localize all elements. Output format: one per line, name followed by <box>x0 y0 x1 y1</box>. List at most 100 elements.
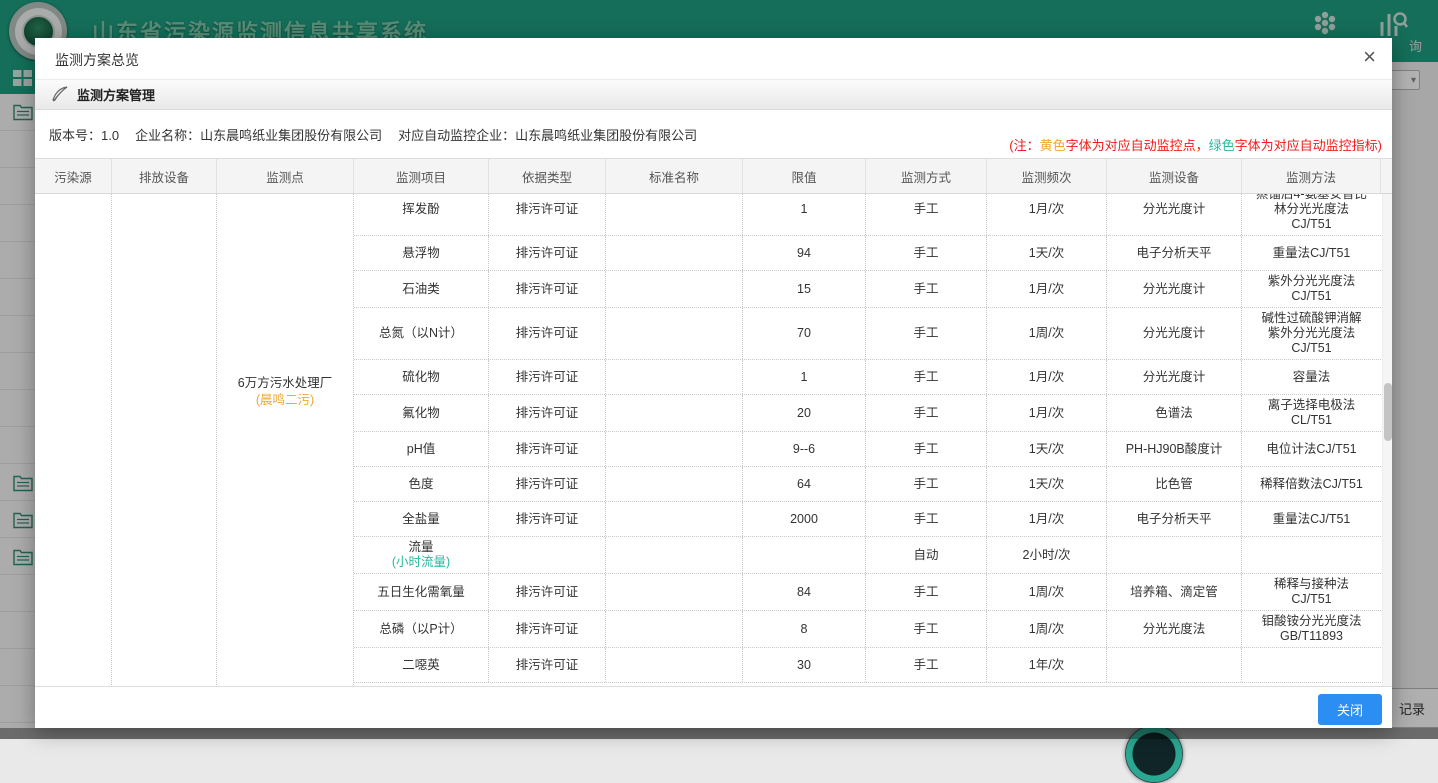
auto-company-value: 山东晨鸣纸业集团股份有限公司 <box>515 128 697 143</box>
cell-standard-name <box>606 648 743 682</box>
cell-monitor-frequency: 1天/次 <box>987 467 1107 501</box>
cell-monitor-item: 硫化物 <box>354 360 489 394</box>
cell-monitor-method: 稀释倍数法CJ/T51 <box>1242 467 1381 501</box>
cell-limit: 20 <box>743 395 866 431</box>
monitoring-plan-modal: 监测方案总览 × 监测方案管理 版本号：1.0 企业名称：山东晨鸣纸业集团股份有… <box>35 38 1392 728</box>
cell-limit <box>743 537 866 573</box>
cell-monitor-item: pH值 <box>354 432 489 466</box>
cell-basis-type: 排污许可证 <box>489 271 606 307</box>
cell-limit: 1 <box>743 360 866 394</box>
cell-limit: 94 <box>743 236 866 270</box>
cell-monitor-method: 蒸馏后4-氨基安替比林分光光度法CJ/T51 <box>1242 194 1381 235</box>
table-scrollbar-track[interactable] <box>1382 194 1392 686</box>
cell-monitor-item: 总氮（以N计） <box>354 308 489 359</box>
cell-limit: 1 <box>743 194 866 235</box>
cell-limit: 2000 <box>743 502 866 536</box>
cell-basis-type: 排污许可证 <box>489 611 606 647</box>
cell-monitor-item: 石油类 <box>354 271 489 307</box>
modal-title-bar: 监测方案总览 × <box>35 38 1392 80</box>
cell-monitor-mode: 手工 <box>866 236 987 270</box>
table-body-viewport: 6万方污水处理厂 (晨鸣二污) 挥发酚 排污许可证 1 手工 1月/次 分光光度… <box>35 194 1392 686</box>
cell-monitor-mode: 手工 <box>866 271 987 307</box>
cell-monitor-mode: 手工 <box>866 648 987 682</box>
cell-monitor-method: 电位计法CJ/T51 <box>1242 432 1381 466</box>
section-header: 监测方案管理 <box>35 80 1392 110</box>
monitor-point-cell: 6万方污水处理厂 (晨鸣二污) <box>217 194 354 686</box>
cell-monitor-method: 紫外分光光度法CJ/T51 <box>1242 271 1381 307</box>
auto-company-pair: 对应自动监控企业：山东晨鸣纸业集团股份有限公司 <box>398 125 697 144</box>
cell-monitor-mode: 手工 <box>866 611 987 647</box>
cell-monitor-device <box>1107 537 1242 573</box>
cell-basis-type: 排污许可证 <box>489 432 606 466</box>
cell-monitor-frequency: 1月/次 <box>987 194 1107 235</box>
cell-monitor-frequency: 1天/次 <box>987 432 1107 466</box>
col-header-limit: 限值 <box>743 159 866 193</box>
company-value: 山东晨鸣纸业集团股份有限公司 <box>200 128 382 143</box>
cell-monitor-device: 分光光度计 <box>1107 194 1242 235</box>
col-header-monitor-device: 监测设备 <box>1107 159 1242 193</box>
cell-limit: 70 <box>743 308 866 359</box>
cell-monitor-device: 分光光度法 <box>1107 611 1242 647</box>
cell-monitor-method: 容量法 <box>1242 360 1381 394</box>
table-scrollbar-thumb[interactable] <box>1384 383 1392 441</box>
cell-monitor-method: 稀释与接种法CJ/T51 <box>1242 574 1381 610</box>
col-header-monitor-point: 监测点 <box>217 159 354 193</box>
table-row: 悬浮物 排污许可证 94 手工 1天/次 电子分析天平 重量法CJ/T51 <box>354 236 1381 271</box>
pen-icon <box>51 86 68 103</box>
cell-limit: 64 <box>743 467 866 501</box>
cell-limit: 15 <box>743 271 866 307</box>
table-row: 氟化物 排污许可证 20 手工 1月/次 色谱法 离子选择电极法CL/T51 <box>354 395 1381 432</box>
cell-monitor-method <box>1242 537 1381 573</box>
cell-monitor-mode: 手工 <box>866 502 987 536</box>
discharge-equipment-cell <box>112 194 217 686</box>
cell-basis-type: 排污许可证 <box>489 467 606 501</box>
col-header-standard-name: 标准名称 <box>606 159 743 193</box>
table-row: 石油类 排污许可证 15 手工 1月/次 分光光度计 紫外分光光度法CJ/T51 <box>354 271 1381 308</box>
cell-monitor-item: 色度 <box>354 467 489 501</box>
cell-standard-name <box>606 432 743 466</box>
table-row: 总氮（以N计） 排污许可证 70 手工 1周/次 分光光度计 碱性过硫酸钾消解紫… <box>354 308 1381 360</box>
col-header-discharge-equipment: 排放设备 <box>112 159 217 193</box>
cell-monitor-frequency: 1月/次 <box>987 271 1107 307</box>
cell-monitor-item: 二噁英 <box>354 648 489 682</box>
col-header-monitor-item: 监测项目 <box>354 159 489 193</box>
cell-monitor-item: 挥发酚 <box>354 194 489 235</box>
cell-standard-name <box>606 611 743 647</box>
cell-basis-type: 排污许可证 <box>489 236 606 270</box>
cell-limit: 84 <box>743 574 866 610</box>
cell-monitor-item: 总磷（以P计） <box>354 611 489 647</box>
close-icon[interactable]: × <box>1363 46 1376 68</box>
cell-standard-name <box>606 395 743 431</box>
cell-monitor-frequency: 1周/次 <box>987 611 1107 647</box>
cell-standard-name <box>606 537 743 573</box>
table-row: 挥发酚 排污许可证 1 手工 1月/次 分光光度计 蒸馏后4-氨基安替比林分光光… <box>354 194 1381 236</box>
cell-standard-name <box>606 271 743 307</box>
cell-basis-type: 排污许可证 <box>489 574 606 610</box>
cell-monitor-device: 色谱法 <box>1107 395 1242 431</box>
cell-monitor-frequency: 2小时/次 <box>987 537 1107 573</box>
cell-monitor-device: 电子分析天平 <box>1107 236 1242 270</box>
cell-monitor-method: 重量法CJ/T51 <box>1242 236 1381 270</box>
table-row: 流量(小时流量) 自动 2小时/次 <box>354 537 1381 574</box>
cell-limit: 30 <box>743 648 866 682</box>
cell-basis-type: 排污许可证 <box>489 648 606 682</box>
cell-limit: 8 <box>743 611 866 647</box>
cell-monitor-method: 碱性过硫酸钾消解紫外分光光度法CJ/T51 <box>1242 308 1381 359</box>
table-header-row: 污染源 排放设备 监测点 监测项目 依据类型 标准名称 限值 监测方式 监测频次… <box>35 158 1392 194</box>
close-button[interactable]: 关闭 <box>1318 694 1382 725</box>
modal-footer: 关闭 <box>35 686 1392 728</box>
cell-monitor-device: 分光光度计 <box>1107 308 1242 359</box>
col-header-filler <box>1381 159 1392 193</box>
cell-monitor-item: 流量(小时流量) <box>354 537 489 573</box>
cell-monitor-mode: 手工 <box>866 574 987 610</box>
cell-standard-name <box>606 194 743 235</box>
cell-monitor-item: 氟化物 <box>354 395 489 431</box>
pollution-source-cell <box>35 194 112 686</box>
cell-monitor-method: 钼酸铵分光光度法GB/T11893 <box>1242 611 1381 647</box>
cell-basis-type: 排污许可证 <box>489 194 606 235</box>
table-row: 总磷（以P计） 排污许可证 8 手工 1周/次 分光光度法 钼酸铵分光光度法GB… <box>354 611 1381 648</box>
cell-monitor-mode: 手工 <box>866 432 987 466</box>
table-row: pH值 排污许可证 9--6 手工 1天/次 PH-HJ90B酸度计 电位计法C… <box>354 432 1381 467</box>
cell-standard-name <box>606 308 743 359</box>
cell-monitor-frequency: 1周/次 <box>987 574 1107 610</box>
